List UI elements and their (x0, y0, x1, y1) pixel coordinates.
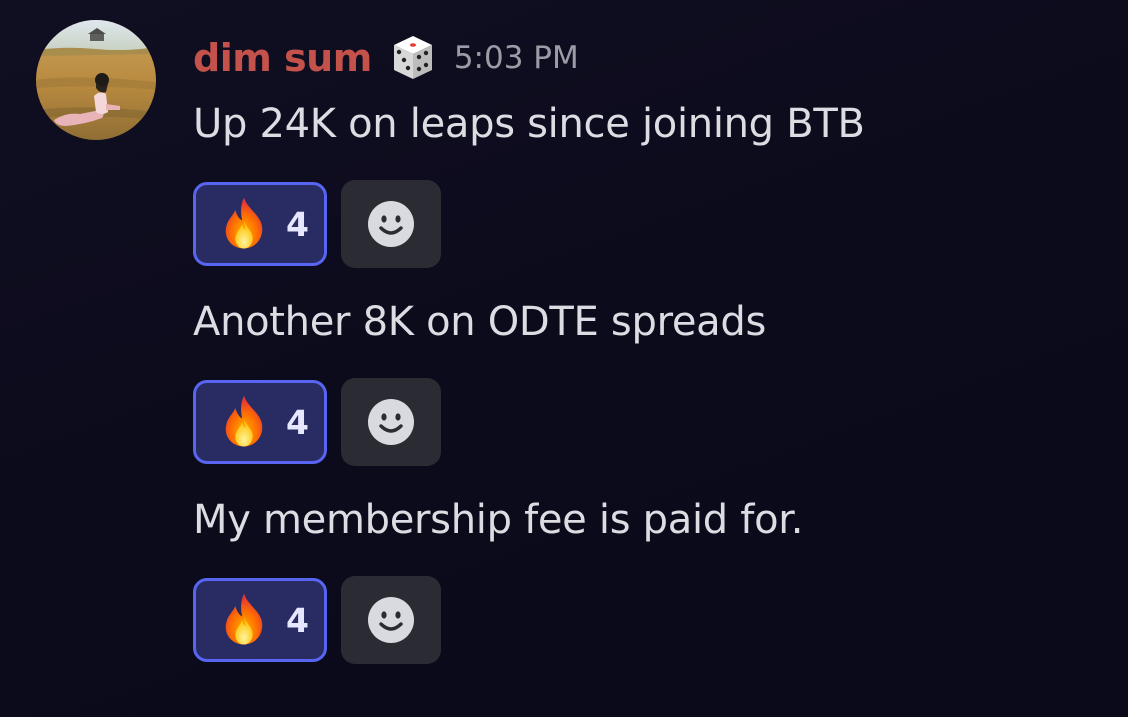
smiley-face-icon (366, 595, 416, 645)
avatar[interactable] (36, 20, 156, 140)
add-reaction-button[interactable] (341, 378, 441, 466)
fire-emoji-icon (216, 394, 272, 450)
message-header: dim sum 5:03 PM (193, 32, 579, 84)
fire-reaction-button[interactable]: 4 (193, 182, 327, 266)
add-reaction-button[interactable] (341, 576, 441, 664)
reaction-count: 4 (286, 204, 309, 244)
reaction-count: 4 (286, 600, 309, 640)
message-text: Up 24K on leaps since joining BTB (193, 101, 865, 147)
smiley-face-icon (366, 199, 416, 249)
reaction-bar: 4 (193, 378, 441, 466)
smiley-face-icon (366, 397, 416, 447)
reaction-count: 4 (286, 402, 309, 442)
reaction-bar: 4 (193, 576, 441, 664)
message-text: My membership fee is paid for. (193, 497, 804, 543)
timestamp[interactable]: 5:03 PM (454, 40, 579, 76)
fire-emoji-icon (216, 592, 272, 648)
fire-reaction-button[interactable]: 4 (193, 578, 327, 662)
fire-emoji-icon (216, 196, 272, 252)
chat-message-group: dim sum 5:03 PM Up 24K on leaps since jo… (0, 0, 1128, 717)
username[interactable]: dim sum (193, 36, 372, 80)
reaction-bar: 4 (193, 180, 441, 268)
fire-reaction-button[interactable]: 4 (193, 380, 327, 464)
add-reaction-button[interactable] (341, 180, 441, 268)
dice-icon (393, 36, 432, 79)
message-text: Another 8K on ODTE spreads (193, 299, 766, 345)
